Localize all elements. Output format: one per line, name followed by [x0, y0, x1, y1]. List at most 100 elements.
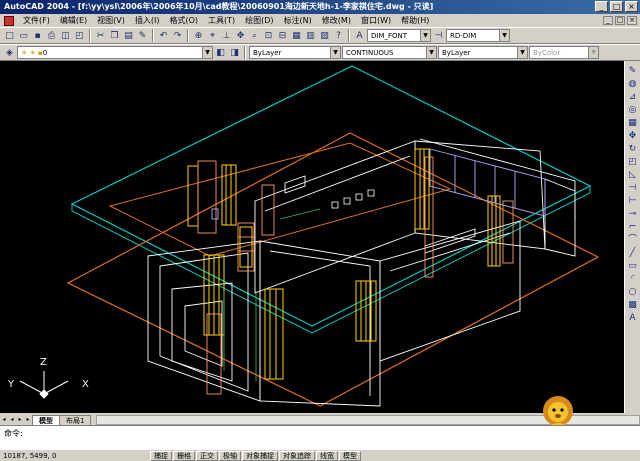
command-line[interactable]: 命令: [0, 425, 640, 450]
mirror-icon[interactable]: ⊿ [627, 91, 639, 103]
door-frames [187, 148, 501, 380]
print-icon[interactable]: ⎙ [45, 29, 58, 42]
polar-toggle[interactable]: 极轴 [219, 450, 241, 461]
grid-toggle[interactable]: 栅格 [173, 450, 195, 461]
separator [187, 29, 189, 42]
tab-first-icon[interactable]: ◂ [0, 415, 8, 425]
menu-tools[interactable]: 工具(T) [203, 15, 240, 26]
new-file-icon[interactable]: □ [3, 29, 16, 42]
mdi-restore-button[interactable]: □ [615, 16, 625, 25]
arc-icon[interactable]: ◜ [627, 273, 639, 285]
dim-style-select[interactable]: RD-DIM ▼ [446, 29, 510, 42]
zoom-realtime-icon[interactable]: ⌕ [248, 29, 261, 42]
menu-window[interactable]: 窗口(W) [356, 15, 396, 26]
ucs-icon[interactable]: ⊥ [220, 29, 233, 42]
model-toggle[interactable]: 模型 [339, 450, 361, 461]
text-style-select[interactable]: DIM_FONT ▼ [367, 29, 431, 42]
menu-draw[interactable]: 绘图(D) [240, 15, 278, 26]
preview-icon[interactable]: ◫ [59, 29, 72, 42]
color-select[interactable]: ByLayer ▼ [249, 46, 341, 59]
tab-model[interactable]: 模型 [32, 415, 60, 425]
menu-file[interactable]: 文件(F) [18, 15, 55, 26]
drawing-canvas[interactable]: Z Y X [0, 61, 624, 413]
layers-toolbar: ◈ ☀ ☀ ▪ 0 ▼ ◧ ◨ ByLayer ▼ CONTINUOUS ▼ ByLa… [0, 44, 640, 61]
make-object-layer-current-icon[interactable]: ◧ [214, 46, 227, 59]
ucs-x-label: X [82, 379, 89, 390]
floor-outline [66, 132, 600, 407]
cut-icon[interactable]: ✂ [94, 29, 107, 42]
stretch-icon[interactable]: ◺ [627, 169, 639, 181]
menu-edit[interactable]: 编辑(E) [55, 15, 92, 26]
mdi-close-button[interactable]: × [627, 16, 637, 25]
match-properties-icon[interactable]: ✎ [136, 29, 149, 42]
menu-modify[interactable]: 修改(M) [317, 15, 356, 26]
tab-last-icon[interactable]: ▸ [24, 415, 32, 425]
layer-select[interactable]: ☀ ☀ ▪ 0 ▼ [17, 46, 213, 59]
copy-icon[interactable]: ❐ [108, 29, 121, 42]
tab-next-icon[interactable]: ▸ [16, 415, 24, 425]
zoom-window-icon[interactable]: ⊡ [262, 29, 275, 42]
scale-icon[interactable]: ◰ [627, 156, 639, 168]
snap-toggle[interactable]: 捕捉 [150, 450, 172, 461]
ucs-icon [19, 371, 69, 399]
command-prompt: 命令: [4, 429, 23, 438]
rectangle-icon[interactable]: ▭ [627, 260, 639, 272]
lineweight-select[interactable]: ByLayer ▼ [438, 46, 528, 59]
extend-icon[interactable]: ⊢ [627, 195, 639, 207]
maximize-button[interactable]: □ [610, 1, 623, 12]
otrack-toggle[interactable]: 对象追踪 [279, 450, 315, 461]
redo-icon[interactable]: ↷ [171, 29, 184, 42]
minimize-button[interactable]: _ [595, 1, 608, 12]
dim-style-icon[interactable]: ⊣ [432, 29, 445, 42]
plotstyle-select[interactable]: ByColor ▼ [529, 46, 599, 59]
text-icon[interactable]: A [627, 312, 639, 324]
lineweight-toggle[interactable]: 线宽 [316, 450, 338, 461]
pan-icon[interactable]: ✥ [234, 29, 247, 42]
osnap-toggle[interactable]: 对象捕捉 [242, 450, 278, 461]
menu-view[interactable]: 视图(V) [92, 15, 130, 26]
line-icon[interactable]: ╱ [627, 247, 639, 259]
publish-icon[interactable]: ◰ [73, 29, 86, 42]
break-icon[interactable]: ⊸ [627, 208, 639, 220]
chamfer-icon[interactable]: ⌐ [627, 221, 639, 233]
menu-dimension[interactable]: 标注(N) [279, 15, 317, 26]
move-icon[interactable]: ✥ [627, 130, 639, 142]
mdi-minimize-button[interactable]: _ [603, 16, 613, 25]
save-icon[interactable]: ▪ [31, 29, 44, 42]
tab-prev-icon[interactable]: ◂ [8, 415, 16, 425]
hyperlink-icon[interactable]: ⊕ [192, 29, 205, 42]
osnap-icon[interactable]: ⌖ [206, 29, 219, 42]
ortho-toggle[interactable]: 正交 [196, 450, 218, 461]
title-bar: AutoCAD 2004 - [f:\yy\ysl\2006年\2006年10月… [0, 0, 640, 14]
separator [89, 29, 91, 42]
undo-icon[interactable]: ↶ [157, 29, 170, 42]
paste-icon[interactable]: ▤ [122, 29, 135, 42]
zoom-previous-icon[interactable]: ⊟ [276, 29, 289, 42]
menu-help[interactable]: 帮助(H) [396, 15, 434, 26]
text-style-icon[interactable]: A [353, 29, 366, 42]
erase-icon[interactable]: ✎ [627, 65, 639, 77]
copy-object-icon[interactable]: ◍ [627, 78, 639, 90]
hatch-icon[interactable]: ▩ [627, 299, 639, 311]
tool-palettes-icon[interactable]: ▧ [318, 29, 331, 42]
close-button[interactable]: × [625, 1, 638, 12]
layer-previous-icon[interactable]: ◨ [228, 46, 241, 59]
circle-icon[interactable]: ○ [627, 286, 639, 298]
rotate-icon[interactable]: ↻ [627, 143, 639, 155]
array-icon[interactable]: ▦ [627, 117, 639, 129]
help-icon[interactable]: ? [332, 29, 345, 42]
menu-format[interactable]: 格式(O) [164, 15, 203, 26]
separator [348, 29, 350, 42]
open-file-icon[interactable]: ▭ [17, 29, 30, 42]
fillet-icon[interactable]: ⌒ [627, 234, 639, 246]
design-center-icon[interactable]: ▥ [304, 29, 317, 42]
properties-icon[interactable]: ▦ [290, 29, 303, 42]
trim-icon[interactable]: ⊣ [627, 182, 639, 194]
drawing-icon[interactable] [4, 15, 14, 26]
linetype-select[interactable]: CONTINUOUS ▼ [342, 46, 437, 59]
layer-manager-icon[interactable]: ◈ [3, 46, 16, 59]
offset-icon[interactable]: ◎ [627, 104, 639, 116]
menu-bar: 文件(F) 编辑(E) 视图(V) 插入(I) 格式(O) 工具(T) 绘图(D… [0, 14, 640, 27]
menu-insert[interactable]: 插入(I) [130, 15, 165, 26]
tab-layout1[interactable]: 布局1 [59, 415, 92, 425]
